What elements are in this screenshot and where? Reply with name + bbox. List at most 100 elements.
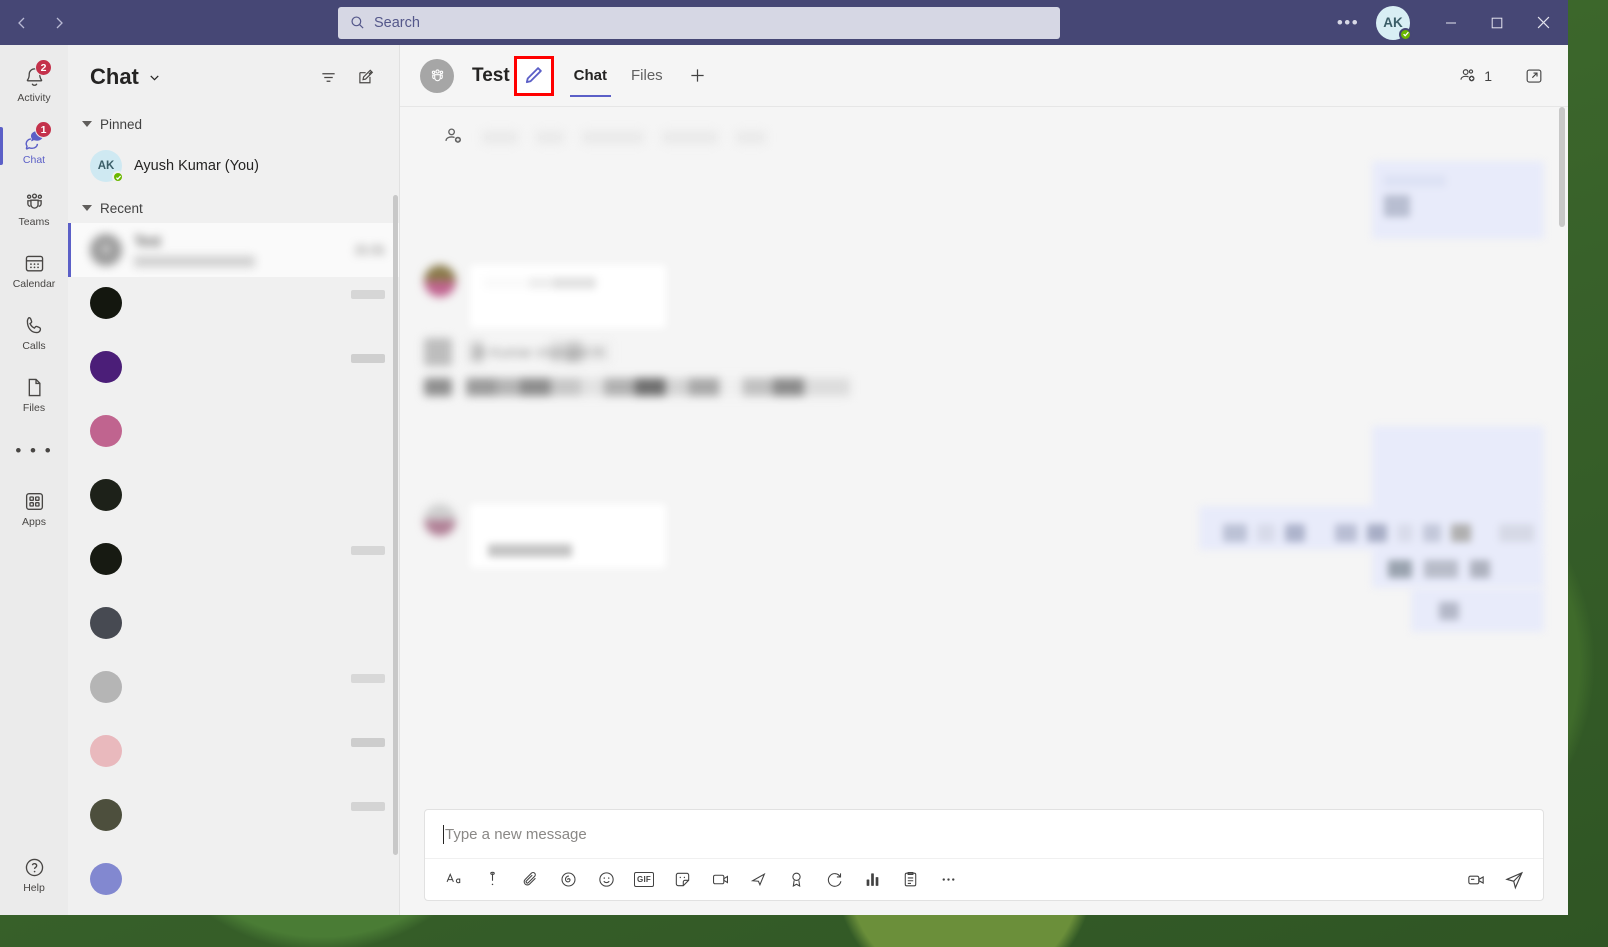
notes-icon[interactable]: [891, 863, 929, 897]
search-placeholder: Search: [374, 14, 420, 31]
avatar[interactable]: AK: [1376, 5, 1412, 41]
plus-icon[interactable]: [687, 65, 708, 86]
message-scrollbar[interactable]: [1559, 107, 1565, 227]
avatar: [424, 338, 452, 366]
emoji-icon[interactable]: [587, 863, 625, 897]
message-bubble: [470, 265, 666, 328]
system-message-text: [482, 130, 766, 144]
group-header-pinned[interactable]: Pinned: [68, 109, 399, 139]
presence-available-icon: [112, 171, 124, 183]
sidebar-item-activity[interactable]: Activity 2: [0, 53, 68, 115]
approvals-icon[interactable]: [815, 863, 853, 897]
message-list: sh Kumar changed th: [400, 107, 1568, 809]
compose-box: Type a new message GIF: [424, 809, 1544, 901]
sidebar-item-calendar[interactable]: Calendar: [0, 239, 68, 301]
avatar: [90, 234, 122, 266]
message-incoming: [424, 378, 1544, 396]
message-bubble: [1199, 506, 1544, 550]
gif-icon[interactable]: GIF: [625, 863, 663, 897]
message-input-placeholder: Type a new message: [445, 825, 587, 843]
filter-icon[interactable]: [313, 62, 343, 92]
list-item[interactable]: [68, 533, 399, 597]
priority-icon[interactable]: [473, 863, 511, 897]
popout-icon[interactable]: [1518, 60, 1550, 92]
add-people-icon: [1458, 66, 1478, 86]
list-item[interactable]: [68, 725, 399, 789]
sidebar-item-apps[interactable]: Apps: [0, 477, 68, 539]
list-item[interactable]: [68, 661, 399, 725]
video-clip-icon[interactable]: [1457, 863, 1495, 897]
sidebar-item-help[interactable]: Help: [0, 843, 68, 905]
praise-icon[interactable]: [777, 863, 815, 897]
list-item[interactable]: AK Ayush Kumar (You): [68, 139, 399, 193]
page-title: Test: [472, 64, 510, 86]
attach-icon[interactable]: [511, 863, 549, 897]
edit-chat-name-button[interactable]: [513, 55, 554, 96]
group-header-recent[interactable]: Recent: [68, 193, 399, 223]
avatar-initials: AK: [97, 160, 115, 172]
page-title: Chat: [90, 64, 139, 89]
compose-toolbar: GIF: [425, 858, 1543, 900]
sidebar-item-calls[interactable]: Calls: [0, 301, 68, 363]
message-outgoing: [424, 161, 1544, 239]
sidebar-item-label: Teams: [18, 215, 50, 228]
message-bubble: [470, 504, 666, 568]
forward-icon[interactable]: [47, 9, 70, 37]
title-bar: Search ••• AK: [0, 0, 1568, 45]
chat-list-header: Chat: [68, 45, 399, 109]
list-item-label: Ayush Kumar (You): [134, 158, 259, 174]
rail-more-icon[interactable]: • • •: [15, 425, 52, 477]
poll-icon[interactable]: [853, 863, 891, 897]
new-chat-icon[interactable]: [351, 62, 381, 92]
back-icon[interactable]: [10, 9, 33, 37]
sidebar-item-chat[interactable]: Chat 1: [0, 115, 68, 177]
app-body: Activity 2 Chat 1 Teams Calendar Calls F…: [0, 45, 1568, 915]
sidebar-item-label: Help: [23, 881, 45, 894]
maximize-button[interactable]: [1474, 0, 1520, 45]
list-item-time: 21:31: [354, 243, 385, 257]
stream-icon[interactable]: [739, 863, 777, 897]
settings-more-icon[interactable]: •••: [1328, 7, 1368, 39]
sticker-icon[interactable]: [663, 863, 701, 897]
sidebar-item-label: Apps: [22, 515, 46, 528]
question-circle-icon: [22, 855, 47, 880]
list-item[interactable]: [68, 341, 399, 405]
close-button[interactable]: [1520, 0, 1566, 45]
message-bubble: [1372, 161, 1544, 239]
tab-chat[interactable]: Chat: [569, 45, 612, 107]
list-item[interactable]: [68, 469, 399, 533]
system-message-text: sh Kumar changed th: [466, 341, 612, 363]
tab-label: Chat: [573, 67, 608, 84]
compose-area: Type a new message GIF: [400, 809, 1568, 915]
list-item[interactable]: [68, 789, 399, 853]
sidebar-item-files[interactable]: Files: [0, 363, 68, 425]
list-item[interactable]: [68, 277, 399, 341]
send-icon[interactable]: [1495, 863, 1533, 897]
list-item[interactable]: [68, 405, 399, 469]
message-input[interactable]: Type a new message: [425, 810, 1543, 858]
list-item[interactable]: [68, 597, 399, 661]
collapse-triangle-icon: [82, 121, 92, 127]
group-label: Pinned: [100, 116, 143, 132]
group-people-icon: [420, 58, 454, 93]
list-item-test-selected[interactable]: Test 21:31: [68, 223, 399, 277]
format-icon[interactable]: [435, 863, 473, 897]
tab-files[interactable]: Files: [627, 45, 667, 107]
pencil-icon: [523, 65, 544, 86]
tab-label: Files: [631, 67, 663, 84]
chevron-down-icon[interactable]: [147, 70, 162, 85]
more-options-icon[interactable]: [929, 863, 967, 897]
activity-badge: 2: [35, 59, 52, 76]
minimize-button[interactable]: [1428, 0, 1474, 45]
add-people-button[interactable]: 1: [1452, 60, 1498, 92]
system-message-row: sh Kumar changed th: [424, 338, 1544, 366]
message-outgoing: [424, 588, 1544, 632]
search-area: Search: [70, 6, 1328, 39]
loop-icon[interactable]: [549, 863, 587, 897]
message-incoming: [424, 265, 1544, 328]
search-input[interactable]: Search: [338, 6, 1060, 39]
list-item[interactable]: [68, 853, 399, 915]
meet-now-icon[interactable]: [701, 863, 739, 897]
chat-list-scrollbar[interactable]: [393, 195, 398, 855]
sidebar-item-teams[interactable]: Teams: [0, 177, 68, 239]
